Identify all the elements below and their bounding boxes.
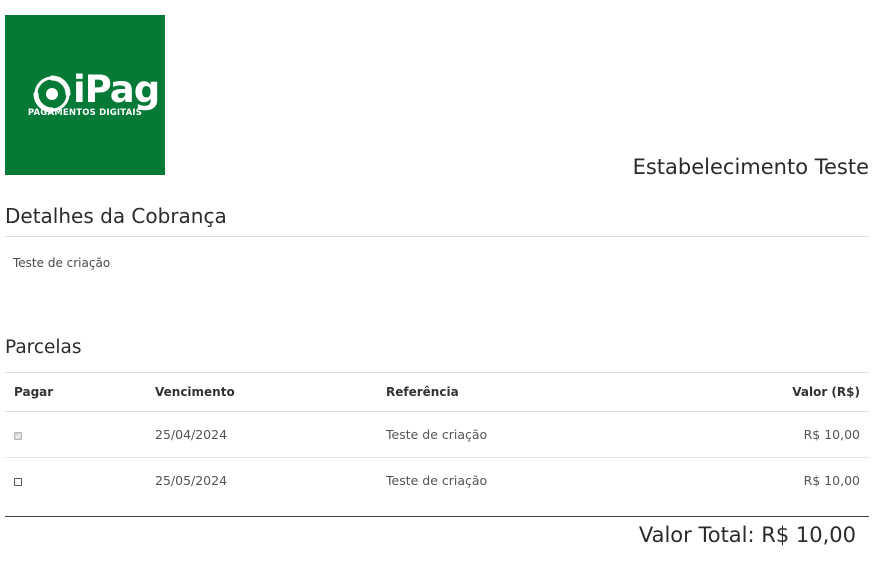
total-divider bbox=[5, 516, 869, 517]
value-cell: R$ 10,00 bbox=[803, 473, 860, 488]
pay-checkbox[interactable] bbox=[14, 477, 22, 486]
pay-cell bbox=[5, 411, 146, 458]
header-pay: Pagar bbox=[5, 372, 146, 412]
total-amount: Valor Total: R$ 10,00 bbox=[638, 523, 856, 547]
charge-description: Teste de criação bbox=[13, 256, 111, 270]
header-due: Vencimento bbox=[146, 372, 377, 412]
pay-cell bbox=[5, 458, 146, 504]
details-title: Detalhes da Cobrança bbox=[5, 204, 227, 228]
table-row: 25/04/2024 Teste de criação R$ 10,00 bbox=[5, 411, 869, 458]
logo-tagline: PAGAMENTOS DIGITAIS bbox=[27, 108, 143, 118]
due-date-cell: 25/04/2024 bbox=[146, 411, 377, 458]
pay-checkbox bbox=[14, 431, 22, 440]
details-divider bbox=[5, 236, 869, 237]
reference-cell: Teste de criação bbox=[386, 473, 488, 488]
due-date-cell: 25/05/2024 bbox=[155, 473, 228, 488]
merchant-name: Estabelecimento Teste bbox=[632, 155, 869, 179]
reference-cell: Teste de criação bbox=[377, 411, 664, 458]
table-header-row: Pagar Vencimento Referência Valor (R$) bbox=[5, 372, 869, 412]
installments-title: Parcelas bbox=[5, 337, 82, 358]
table-row: 25/05/2024 Teste de criação R$ 10,00 bbox=[5, 458, 869, 504]
value-cell: R$ 10,00 bbox=[663, 411, 869, 458]
header-reference: Referência bbox=[377, 372, 664, 412]
installments-table: Pagar Vencimento Referência Valor (R$) 2… bbox=[5, 372, 869, 503]
logo-wordmark: iPag bbox=[73, 68, 160, 111]
header-value: Valor (R$) bbox=[663, 372, 869, 412]
ipag-logo: iPag PAGAMENTOS DIGITAIS bbox=[5, 15, 165, 175]
